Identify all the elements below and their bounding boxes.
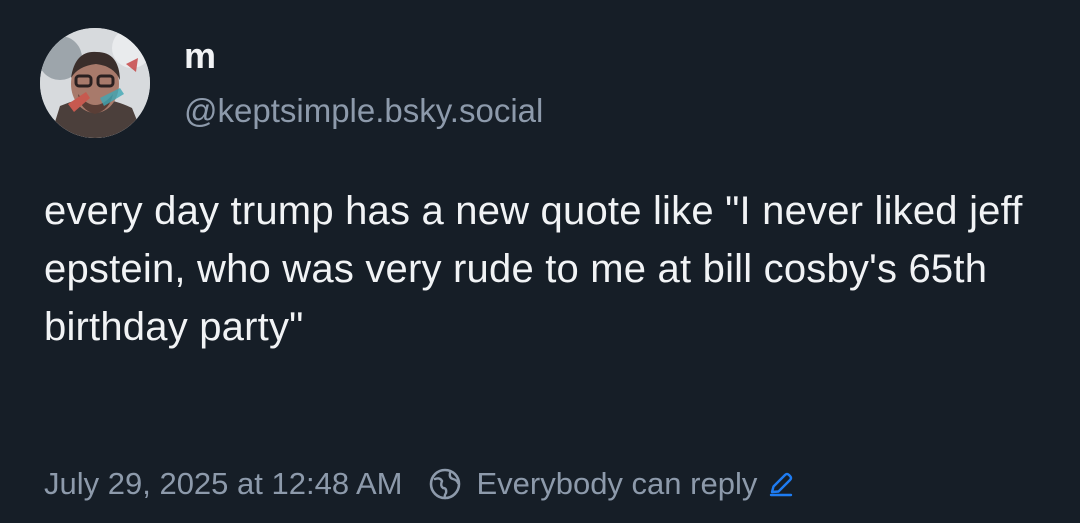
- post-meta: July 29, 2025 at 12:48 AM Everybody can …: [44, 462, 795, 506]
- reply-setting-label: Everybody can reply: [476, 466, 758, 501]
- globe-icon: [428, 467, 462, 501]
- post-timestamp[interactable]: July 29, 2025 at 12:48 AM: [44, 466, 402, 502]
- author-display-name[interactable]: m: [184, 38, 216, 74]
- author-handle[interactable]: @keptsimple.bsky.social: [184, 94, 543, 127]
- post-text: every day trump has a new quote like "I …: [44, 189, 1023, 349]
- post-card: m @keptsimple.bsky.social every day trum…: [0, 0, 1080, 523]
- pencil-icon[interactable]: [767, 470, 795, 498]
- reply-setting[interactable]: Everybody can reply: [428, 466, 795, 502]
- avatar[interactable]: [40, 28, 150, 138]
